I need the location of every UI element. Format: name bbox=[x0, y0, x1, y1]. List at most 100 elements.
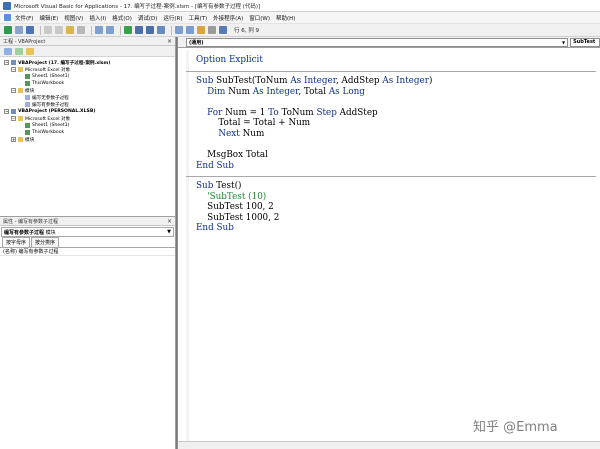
code-keyword: Sub bbox=[196, 181, 217, 191]
code-line[interactable]: SubTest 1000, 2 bbox=[196, 213, 279, 223]
title-bar: Microsoft Visual Basic for Applications … bbox=[0, 0, 600, 12]
code-editor[interactable]: Option Explicit Sub SubTest(ToNum As Inte… bbox=[186, 50, 596, 445]
procedure-separator bbox=[186, 176, 596, 177]
procedure-combo[interactable]: SubTest bbox=[570, 37, 600, 47]
view-object-icon[interactable] bbox=[15, 47, 23, 55]
code-keyword: Next bbox=[196, 129, 243, 139]
view-code-icon[interactable] bbox=[4, 47, 12, 55]
code-line[interactable]: MsgBox Total bbox=[196, 150, 268, 160]
tree-item-label: Sheet1 (Sheet1) bbox=[32, 74, 70, 79]
tree-item[interactable]: 编写有参数子过程 bbox=[4, 101, 175, 108]
excel-view-icon[interactable] bbox=[4, 14, 11, 21]
procedure-separator bbox=[186, 71, 596, 72]
redo-icon[interactable] bbox=[106, 26, 114, 34]
code-line[interactable]: Option Explicit bbox=[196, 55, 263, 65]
tree-item-label: 编写无参数子过程 bbox=[32, 95, 69, 101]
object-browser-icon[interactable] bbox=[197, 26, 205, 34]
tab-categorized[interactable]: 按分类序 bbox=[31, 237, 60, 247]
code-line[interactable]: SubTest 100, 2 bbox=[196, 202, 274, 212]
tree-item[interactable]: − Microsoft Excel 对象 bbox=[4, 66, 175, 73]
collapse-icon[interactable]: − bbox=[11, 116, 16, 121]
cut-icon[interactable] bbox=[44, 26, 52, 34]
undo-icon[interactable] bbox=[95, 26, 103, 34]
code-window: (通用) ▼ SubTest Option Explicit Sub SubTes… bbox=[177, 37, 600, 449]
tree-item[interactable]: − VBAProject (PERSONAL.XLSB) bbox=[4, 108, 175, 115]
collapse-icon[interactable]: − bbox=[11, 67, 16, 72]
code-line[interactable]: Sub SubTest(ToNum As Integer, AddStep As… bbox=[196, 76, 432, 86]
copy-icon[interactable] bbox=[55, 26, 63, 34]
paste-icon[interactable] bbox=[66, 26, 74, 34]
code-keyword: End Sub bbox=[196, 223, 234, 234]
menu-addins[interactable]: 外接程序(A) bbox=[213, 14, 249, 22]
close-icon[interactable]: × bbox=[167, 38, 172, 45]
tree-item[interactable]: − Microsoft Excel 对象 bbox=[4, 115, 175, 122]
menu-tools[interactable]: 工具(T) bbox=[189, 14, 214, 22]
close-icon[interactable]: × bbox=[167, 218, 172, 225]
menu-edit[interactable]: 编辑(E) bbox=[39, 14, 64, 22]
code-text: ) bbox=[428, 76, 433, 86]
toggle-folders-icon[interactable] bbox=[26, 47, 34, 55]
code-text: , AddStep bbox=[335, 76, 383, 86]
view-excel-icon[interactable] bbox=[4, 26, 12, 34]
toolbox-icon[interactable] bbox=[208, 26, 216, 34]
menu-debug[interactable]: 调试(D) bbox=[138, 14, 164, 22]
run-icon[interactable] bbox=[124, 26, 132, 34]
expand-icon[interactable]: + bbox=[11, 137, 16, 142]
object-selector[interactable]: 编写有参数子过程 模块 ▼ bbox=[1, 227, 174, 237]
code-line[interactable]: End Sub bbox=[196, 161, 234, 171]
tree-item[interactable]: + 模块 bbox=[4, 136, 175, 143]
find-icon[interactable] bbox=[77, 26, 85, 34]
collapse-icon[interactable]: − bbox=[4, 109, 9, 114]
module-icon bbox=[25, 102, 30, 107]
object-combo-value: (通用) bbox=[189, 39, 204, 46]
code-text: AddStep bbox=[339, 107, 378, 118]
code-line[interactable]: Dim Num As Integer, Total As Long bbox=[196, 87, 365, 97]
tree-item-label: 模块 bbox=[25, 88, 35, 94]
code-keyword: Sub bbox=[196, 76, 217, 86]
properties-window-icon[interactable] bbox=[186, 26, 194, 34]
object-type: 模块 bbox=[45, 229, 56, 236]
menu-run[interactable]: 运行(R) bbox=[163, 14, 188, 22]
tree-item[interactable]: ThisWorkbook bbox=[4, 80, 175, 87]
tree-item[interactable]: Sheet1 (Sheet1) bbox=[4, 122, 175, 129]
margin-indicator-bar[interactable] bbox=[186, 50, 189, 445]
tree-item[interactable]: − 模块 bbox=[4, 87, 175, 94]
menu-insert[interactable]: 插入(I) bbox=[89, 14, 112, 22]
tree-item[interactable]: − VBAProject (17. 编写子过程-案例.xlsm) bbox=[4, 59, 175, 66]
code-text: SubTest 1000, 2 bbox=[196, 212, 280, 223]
folder-icon bbox=[18, 67, 23, 72]
collapse-icon[interactable]: − bbox=[4, 60, 9, 65]
vba-editor-window: Microsoft Visual Basic for Applications … bbox=[0, 0, 600, 449]
tab-alphabetic[interactable]: 按字母序 bbox=[2, 237, 31, 247]
code-line[interactable]: Sub Test() bbox=[196, 181, 241, 191]
horizontal-scrollbar[interactable] bbox=[178, 441, 600, 449]
menu-window[interactable]: 窗口(W) bbox=[249, 14, 276, 22]
insert-module-icon[interactable] bbox=[15, 26, 23, 34]
menu-format[interactable]: 格式(O) bbox=[112, 14, 138, 22]
code-line[interactable]: Next Num bbox=[196, 129, 264, 139]
help-icon[interactable] bbox=[219, 26, 227, 34]
design-mode-icon[interactable] bbox=[157, 26, 165, 34]
chevron-down-icon: ▼ bbox=[167, 229, 171, 235]
properties-tabs: 按字母序 按分类序 bbox=[0, 237, 175, 248]
menu-view[interactable]: 视图(V) bbox=[64, 14, 89, 22]
vba-app-icon bbox=[3, 1, 11, 10]
code-line[interactable]: End Sub bbox=[196, 223, 234, 233]
save-icon[interactable] bbox=[26, 26, 34, 34]
property-row-name[interactable]: (名称) 编写有参数子过程 bbox=[0, 248, 175, 256]
break-icon[interactable] bbox=[135, 26, 143, 34]
collapse-icon[interactable]: − bbox=[11, 88, 16, 93]
menu-help[interactable]: 帮助(H) bbox=[276, 14, 301, 22]
code-line[interactable]: 'SubTest (10) bbox=[196, 192, 266, 202]
reset-icon[interactable] bbox=[146, 26, 154, 34]
menu-file[interactable]: 文件(F) bbox=[15, 14, 39, 22]
tree-item[interactable]: 编写无参数子过程 bbox=[4, 94, 175, 101]
tree-item[interactable]: ThisWorkbook bbox=[4, 129, 175, 136]
toolbar-separator bbox=[171, 25, 172, 35]
object-combo[interactable]: (通用) ▼ bbox=[186, 37, 569, 47]
project-explorer-icon[interactable] bbox=[175, 26, 183, 34]
sheet-icon bbox=[25, 74, 30, 79]
tree-item[interactable]: Sheet1 (Sheet1) bbox=[4, 73, 175, 80]
code-line[interactable]: For Num = 1 To ToNum Step AddStep bbox=[196, 107, 378, 118]
code-line[interactable]: Total = Total + Num bbox=[196, 118, 310, 128]
